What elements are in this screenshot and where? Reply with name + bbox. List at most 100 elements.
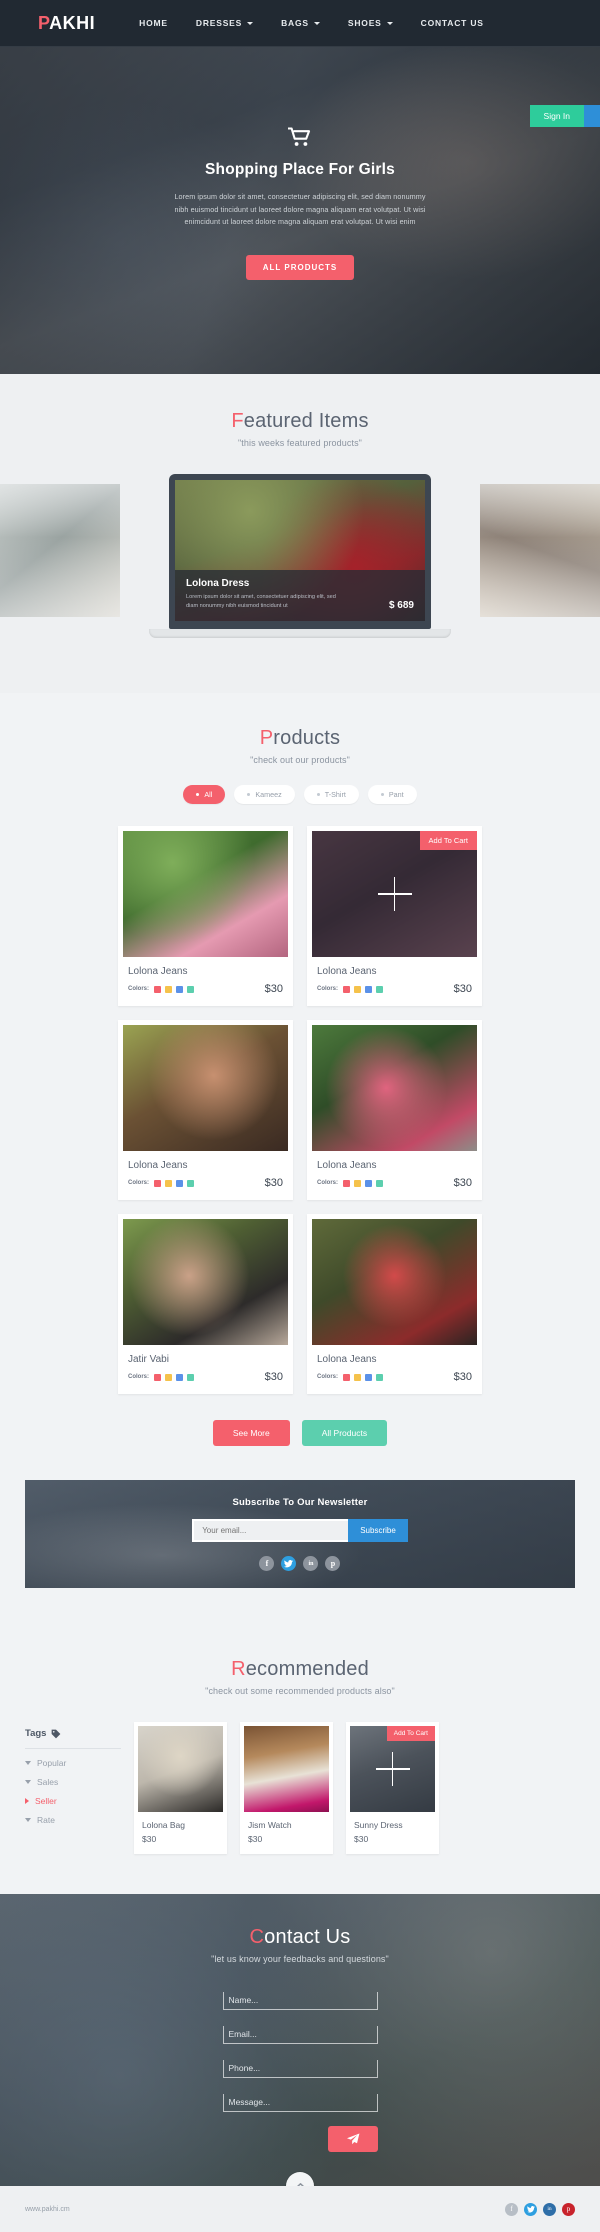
linkedin-icon[interactable]: in — [303, 1556, 319, 1571]
color-swatch-yellow[interactable] — [165, 1179, 172, 1187]
product-card[interactable]: Lolona Jeans Colors: $30 — [307, 1214, 482, 1394]
nav-item-dresses[interactable]: DRESSES — [196, 18, 254, 28]
newsletter-subscribe-button[interactable]: Subscribe — [348, 1519, 408, 1542]
product-info: Lolona Jeans Colors: $30 — [307, 957, 482, 1006]
products-action-row: See More All Products — [0, 1394, 600, 1480]
featured-slide[interactable]: Lolona Dress Lorem ipsum dolor sit amet,… — [175, 480, 425, 621]
add-to-cart-button[interactable]: Add To Cart — [419, 831, 477, 850]
see-more-button[interactable]: See More — [212, 1420, 290, 1446]
color-swatch-green[interactable] — [376, 1179, 383, 1187]
all-products-button-secondary[interactable]: All Products — [301, 1420, 388, 1446]
phone-field[interactable] — [222, 2060, 378, 2078]
tag-item-seller[interactable]: Seller — [25, 1796, 121, 1806]
filter-label: Pant — [388, 790, 404, 799]
color-swatch-green[interactable] — [187, 1373, 194, 1381]
color-swatch-green[interactable] — [187, 1179, 194, 1187]
product-image[interactable] — [312, 1219, 477, 1345]
add-to-cart-button[interactable]: Add To Cart — [386, 1726, 435, 1741]
carousel-preview-left[interactable] — [0, 484, 120, 617]
color-swatch-green[interactable] — [187, 985, 194, 993]
color-swatch-yellow[interactable] — [354, 985, 361, 993]
laptop-mockup: Lolona Dress Lorem ipsum dolor sit amet,… — [149, 474, 451, 638]
color-swatch-red[interactable] — [154, 1373, 161, 1381]
product-image[interactable] — [312, 1025, 477, 1151]
product-image[interactable] — [123, 831, 288, 957]
page-root: PAKHI HOME DRESSES BAGS SHOES CONTACT US… — [0, 0, 600, 2232]
nav-item-home[interactable]: HOME — [139, 18, 168, 28]
product-card[interactable]: Jatir Vabi Colors: $30 — [118, 1214, 293, 1394]
color-swatch-yellow[interactable] — [354, 1373, 361, 1381]
color-swatch-red[interactable] — [343, 1179, 350, 1187]
color-swatch-yellow[interactable] — [165, 1373, 172, 1381]
pinterest-icon[interactable]: p — [325, 1556, 341, 1571]
recommended-image[interactable] — [244, 1726, 329, 1812]
tag-item-rate[interactable]: Rate — [25, 1815, 121, 1825]
filter-all[interactable]: All — [183, 785, 226, 804]
recommended-card[interactable]: Add To Cart Sunny Dress $30 — [346, 1722, 439, 1854]
contact-section: Contact Us "let us know your feedbacks a… — [0, 1894, 600, 2186]
product-info: Jatir Vabi Colors: $30 — [118, 1345, 293, 1394]
bullet-icon — [316, 793, 320, 796]
email-field[interactable] — [222, 2026, 378, 2044]
color-swatch-blue[interactable] — [365, 1179, 372, 1187]
sign-in-button[interactable]: Sign In — [529, 105, 584, 127]
color-swatch-yellow[interactable] — [354, 1179, 361, 1187]
product-price: $30 — [264, 1177, 283, 1189]
product-colors: Colors: — [128, 1179, 194, 1187]
color-swatch-green[interactable] — [376, 1373, 383, 1381]
nav-item-bags[interactable]: BAGS — [281, 18, 320, 28]
newsletter-email-input[interactable] — [192, 1519, 349, 1542]
filter-kameez[interactable]: Kameez — [234, 785, 295, 804]
recommended-card[interactable]: Lolona Bag $30 — [134, 1722, 227, 1854]
product-card[interactable]: Lolona Jeans Colors: $30 — [118, 1020, 293, 1200]
product-card[interactable]: Add To Cart Lolona Jeans Colors: $30 — [307, 826, 482, 1006]
message-field[interactable] — [222, 2094, 378, 2112]
product-name: Lolona Jeans — [128, 966, 188, 977]
color-swatch-green[interactable] — [376, 985, 383, 993]
products-title-initial: P — [259, 727, 274, 749]
scroll-to-top-button[interactable] — [286, 2172, 314, 2186]
tag-item-sales[interactable]: Sales — [25, 1777, 121, 1787]
carousel-preview-right[interactable] — [480, 484, 600, 617]
tag-item-popular[interactable]: Popular — [25, 1758, 121, 1768]
recommended-image[interactable] — [138, 1726, 223, 1812]
color-swatch-blue[interactable] — [176, 985, 183, 993]
product-meta: Colors: $30 — [128, 1177, 283, 1189]
color-swatch-blue[interactable] — [176, 1373, 183, 1381]
color-swatch-red[interactable] — [343, 985, 350, 993]
product-card[interactable]: Lolona Jeans Colors: $30 — [307, 1020, 482, 1200]
color-swatch-blue[interactable] — [365, 1373, 372, 1381]
recommended-name: Jism Watch — [248, 1820, 292, 1830]
twitter-icon[interactable] — [281, 1556, 297, 1571]
all-products-button[interactable]: ALL PRODUCTS — [245, 254, 355, 280]
color-swatch-yellow[interactable] — [165, 985, 172, 993]
product-info: Lolona Jeans Colors: $30 — [118, 957, 293, 1006]
color-swatch-red[interactable] — [154, 1179, 161, 1187]
filter-pant[interactable]: Pant — [367, 785, 417, 804]
color-swatch-red[interactable] — [343, 1373, 350, 1381]
product-colors: Colors: — [128, 1373, 194, 1381]
color-swatch-red[interactable] — [154, 985, 161, 993]
colors-label: Colors: — [128, 986, 149, 992]
nav-item-shoes[interactable]: SHOES — [348, 18, 393, 28]
color-swatch-blue[interactable] — [365, 985, 372, 993]
recommended-card[interactable]: Jism Watch $30 — [240, 1722, 333, 1854]
site-logo[interactable]: PAKHI — [38, 13, 95, 34]
newsletter-form: Subscribe — [192, 1519, 408, 1542]
name-field[interactable] — [222, 1992, 378, 2010]
featured-slide-text: Lolona Dress Lorem ipsum dolor sit amet,… — [186, 578, 336, 611]
product-colors: Colors: — [317, 1179, 383, 1187]
filter-label: Kameez — [255, 790, 282, 799]
product-image[interactable] — [123, 1025, 288, 1151]
product-image[interactable] — [123, 1219, 288, 1345]
filter-tshirt[interactable]: T-Shirt — [303, 785, 359, 804]
sign-up-button[interactable] — [584, 105, 600, 127]
contact-form — [222, 1990, 378, 2152]
product-card[interactable]: Lolona Jeans Colors: $30 — [118, 826, 293, 1006]
nav-item-contact-us[interactable]: CONTACT US — [421, 18, 484, 28]
top-navigation-bar: PAKHI HOME DRESSES BAGS SHOES CONTACT US — [0, 0, 600, 47]
color-swatch-blue[interactable] — [176, 1179, 183, 1187]
featured-carousel: Lolona Dress Lorem ipsum dolor sit amet,… — [0, 474, 600, 659]
send-message-button[interactable] — [327, 2126, 378, 2152]
facebook-icon[interactable]: f — [259, 1556, 275, 1571]
